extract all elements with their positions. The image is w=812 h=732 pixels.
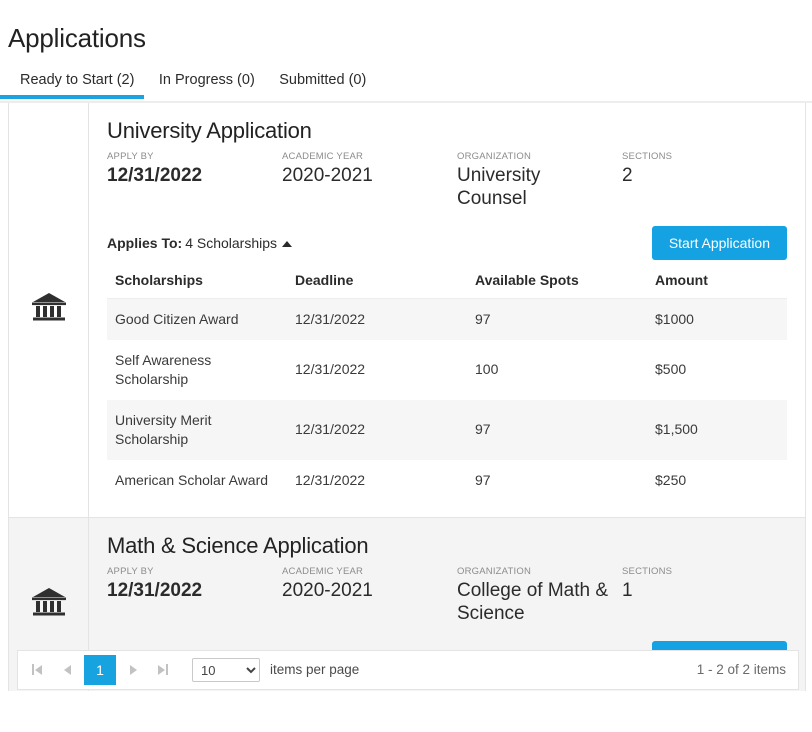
meta-organization: ORGANIZATION College of Math & Science <box>457 566 622 625</box>
meta-academic-year: ACADEMIC YEAR 2020-2021 <box>282 151 457 187</box>
application-card: University Application APPLY BY 12/31/20… <box>9 102 805 517</box>
bank-icon <box>31 586 67 623</box>
scholarships-table-body: Good Citizen Award 12/31/2022 97 $1000 S… <box>107 298 787 501</box>
application-meta: APPLY BY 12/31/2022 ACADEMIC YEAR 2020-2… <box>107 566 787 625</box>
applies-to-count: 4 Scholarships <box>185 234 278 251</box>
previous-page-button[interactable] <box>52 655 82 685</box>
start-application-button[interactable]: Start Application <box>651 225 787 260</box>
items-per-page-label: items per page <box>270 662 360 678</box>
cell-deadline: 12/31/2022 <box>295 361 366 378</box>
application-actions: Applies To: 4 Scholarships Start Applicat… <box>107 225 787 260</box>
application-title: Math & Science Application <box>107 532 369 558</box>
meta-value-apply-by: 12/31/2022 <box>107 164 203 186</box>
tabstrip: Ready to Start (2) In Progress (0) Submi… <box>0 71 812 103</box>
application-details: University Application APPLY BY 12/31/20… <box>89 103 805 517</box>
meta-academic-year: ACADEMIC YEAR 2020-2021 <box>282 566 457 602</box>
table-row: Good Citizen Award 12/31/2022 97 $1000 <box>107 298 787 340</box>
page-number-1[interactable]: 1 <box>84 654 116 685</box>
meta-label-apply-by: APPLY BY <box>107 150 154 162</box>
pagination-summary: 1 - 2 of 2 items <box>696 662 786 678</box>
table-row: University Merit Scholarship 12/31/2022 … <box>107 399 787 460</box>
applications-list: University Application APPLY BY 12/31/20… <box>9 102 805 691</box>
table-row: American Scholar Award 12/31/2022 97 $25… <box>107 460 787 501</box>
cell-amount: $1,500 <box>647 399 787 460</box>
cell-available-spots: 97 <box>467 298 647 340</box>
meta-value-academic-year: 2020-2021 <box>282 579 373 601</box>
page-size-select[interactable]: 102050100 <box>192 657 260 682</box>
cell-deadline: 12/31/2022 <box>287 298 467 340</box>
chevron-up-icon <box>282 241 293 248</box>
meta-label-organization: ORGANIZATION <box>457 565 532 577</box>
meta-value-sections: 2 <box>622 164 633 186</box>
applies-to-toggle[interactable]: Applies To: 4 Scholarships <box>107 234 293 251</box>
meta-value-apply-by: 12/31/2022 <box>107 579 203 601</box>
application-title: University Application <box>107 117 312 143</box>
column-header-scholarships: Scholarships <box>107 269 287 299</box>
cell-available-spots: 97 <box>475 471 491 488</box>
tab-in-progress[interactable]: In Progress (0) <box>149 72 265 97</box>
meta-label-sections: SECTIONS <box>622 150 673 162</box>
cell-available-spots: 97 <box>467 399 647 460</box>
cell-amount: $1000 <box>647 298 787 340</box>
column-header-available-spots: Available Spots <box>467 269 647 299</box>
cell-amount: $250 <box>655 471 687 488</box>
meta-label-organization: ORGANIZATION <box>457 150 532 162</box>
meta-organization: ORGANIZATION University Counsel <box>457 151 622 210</box>
tab-submitted[interactable]: Submitted (0) <box>269 72 376 97</box>
tab-ready-to-start[interactable]: Ready to Start (2) <box>0 72 145 99</box>
page-title: Applications <box>8 23 146 54</box>
cell-deadline: 12/31/2022 <box>287 399 467 460</box>
meta-apply-by: APPLY BY 12/31/2022 <box>107 566 282 602</box>
last-page-button[interactable] <box>148 655 178 685</box>
arrow-left-icon <box>63 664 71 675</box>
meta-value-sections: 1 <box>622 579 633 601</box>
arrow-right-icon <box>129 664 137 675</box>
cell-scholarship-name: Good Citizen Award <box>107 298 287 340</box>
table-row: Self Awareness Scholarship 12/31/2022 10… <box>107 340 787 400</box>
meta-value-academic-year: 2020-2021 <box>282 164 373 186</box>
meta-sections: SECTIONS 1 <box>622 566 742 602</box>
next-page-button[interactable] <box>118 655 148 685</box>
cell-scholarship-name: American Scholar Award <box>115 471 269 488</box>
applies-to-label: Applies To: <box>107 234 183 251</box>
meta-value-organization: College of Math & Science <box>457 579 609 624</box>
pagination-bar: 1 102050100 items per page 1 - 2 of 2 it… <box>17 649 799 690</box>
meta-apply-by: APPLY BY 12/31/2022 <box>107 151 282 187</box>
meta-sections: SECTIONS 2 <box>622 151 742 187</box>
cell-deadline: 12/31/2022 <box>295 471 366 488</box>
cell-scholarship-name: University Merit Scholarship <box>107 399 287 460</box>
column-header-amount: Amount <box>647 269 787 299</box>
scholarships-table: Scholarships Deadline Available Spots Am… <box>107 269 787 501</box>
first-page-button[interactable] <box>22 655 52 685</box>
column-header-deadline: Deadline <box>287 269 467 299</box>
application-meta: APPLY BY 12/31/2022 ACADEMIC YEAR 2020-2… <box>107 151 787 210</box>
table-header-row: Scholarships Deadline Available Spots Am… <box>107 269 787 299</box>
meta-value-organization: University Counsel <box>457 164 541 209</box>
cell-scholarship-name: Self Awareness Scholarship <box>115 351 212 387</box>
cell-available-spots: 100 <box>475 361 499 378</box>
first-page-bar-icon <box>32 664 34 676</box>
arrow-right-icon <box>158 664 165 675</box>
cell-amount: $500 <box>655 361 687 378</box>
application-icon-cell <box>9 102 89 517</box>
scholarships-table-head: Scholarships Deadline Available Spots Am… <box>107 269 787 299</box>
meta-label-apply-by: APPLY BY <box>107 565 154 577</box>
last-page-bar-icon <box>166 664 168 676</box>
applications-grid: University Application APPLY BY 12/31/20… <box>8 102 806 691</box>
arrow-left-icon <box>35 664 42 675</box>
meta-label-academic-year: ACADEMIC YEAR <box>282 565 364 577</box>
meta-label-academic-year: ACADEMIC YEAR <box>282 150 364 162</box>
bank-icon <box>31 291 67 328</box>
meta-label-sections: SECTIONS <box>622 565 673 577</box>
applications-page: Applications Ready to Start (2) In Progr… <box>0 17 812 732</box>
